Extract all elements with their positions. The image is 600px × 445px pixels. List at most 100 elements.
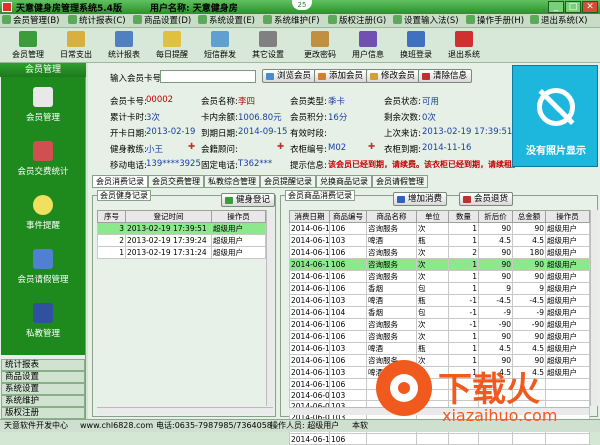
maximize-button[interactable]: □ (565, 1, 581, 13)
table-row[interactable]: 2014-06-11103啤酒瓶14.54.5超级用户 (289, 342, 590, 355)
menu-register[interactable]: 版权注册(G) (328, 15, 386, 27)
left-goods-button[interactable]: 商品设置 (1, 371, 85, 383)
toolbar-sms-button[interactable]: 短信群发 (196, 29, 244, 63)
mobile-value: 139****3925 (146, 159, 201, 169)
coach-pick-icon[interactable]: ✚ (188, 142, 195, 152)
menu-settings[interactable]: 系统设置(E) (198, 15, 255, 27)
toolbar: 会员管理 日常支出 统计报表 每日提醒 短信群发 其它设置 更改密码 用户信息 … (0, 29, 600, 63)
nav-leave-management[interactable]: 会员请假管理 (1, 243, 85, 293)
menu-exit[interactable]: 退出系统(X) (530, 15, 587, 27)
table-row[interactable]: 2014-06-12106咨询服务次290180超级用户 (289, 246, 590, 259)
nav-private-coach[interactable]: 私教管理 (1, 297, 85, 347)
fitness-vscrollbar[interactable] (266, 210, 274, 406)
table-row[interactable]: 2014-06-11104香烟包-1-9-9超级用户 (289, 306, 590, 319)
toolbar-exit-button[interactable]: 退出系统 (440, 29, 488, 63)
toolbar-password-button[interactable]: 更改密码 (296, 29, 344, 63)
toolbar-user-info-button[interactable]: 用户信息 (344, 29, 392, 63)
menu-goods[interactable]: 商品设置(D) (133, 15, 191, 27)
menu-label: 系统维护(F) (274, 16, 320, 26)
cell: 90 (478, 246, 513, 259)
table-row[interactable]: 2 2013-02-19 17:39:24 超级用户 (97, 234, 266, 247)
cell: 超级用户 (545, 234, 590, 247)
cell: 超级用户 (545, 294, 590, 307)
cell (448, 433, 479, 445)
left-maintenance-button[interactable]: 系统维护 (1, 395, 85, 407)
menu-report[interactable]: 统计报表(C) (68, 15, 126, 27)
toolbar-member-button[interactable]: 会员管理 (4, 29, 52, 63)
status-label: 会员状态: (384, 97, 421, 107)
minimize-button[interactable]: _ (548, 1, 564, 13)
cell: 超级用户 (211, 222, 266, 235)
edit-member-button[interactable]: 修改会员 (366, 69, 421, 83)
consultant-pick-icon[interactable]: ✚ (277, 142, 284, 152)
card-number-input[interactable] (160, 70, 256, 83)
clear-info-button[interactable]: 清除信息 (418, 69, 473, 83)
toolbar-switch-shift-button[interactable]: 换班登录 (392, 29, 440, 63)
cell: 180 (512, 246, 546, 259)
cell (512, 433, 546, 445)
table-row[interactable]: 2014-06-11106 (289, 433, 590, 445)
return-goods-button[interactable]: 会员退货 (459, 192, 514, 206)
member-icon (19, 31, 37, 47)
add-member-button[interactable]: 添加会员 (314, 69, 369, 83)
browse-member-button[interactable]: 浏览会员 (262, 69, 317, 83)
locker-pick-icon[interactable]: ✚ (368, 142, 375, 152)
cell: 2014-06-12 (289, 222, 330, 235)
left-settings-button[interactable]: 系统设置 (1, 383, 85, 395)
table-row[interactable]: 2014-06-12103啤酒瓶14.54.5超级用户 (289, 234, 590, 247)
fitness-record-group: 会员健身记录 健身登记 序号 登记时间 操作员 3 2013-02-19 17:39:… (92, 190, 276, 417)
toolbar-label: 用户信息 (352, 50, 384, 59)
menu-icon (2, 15, 11, 24)
table-row[interactable]: 2014-06-12106香烟包199超级用户 (289, 282, 590, 295)
toolbar-expense-button[interactable]: 日常支出 (52, 29, 100, 63)
locker-expire-label: 衣柜到期: (384, 145, 421, 155)
left-report-button[interactable]: 统计报表 (1, 359, 85, 371)
table-row[interactable]: 2014-06-11103啤酒瓶-1-4.5-4.5超级用户 (289, 294, 590, 307)
add-consumption-button[interactable]: 增加消费 (393, 192, 448, 206)
cell (416, 433, 449, 445)
cell: 次 (416, 330, 449, 343)
edit-icon (370, 73, 378, 80)
cell: 2 (448, 246, 479, 259)
table-row[interactable]: 2014-06-12106咨询服务次19090超级用户 (289, 258, 590, 271)
cell: -1 (448, 318, 479, 331)
table-row[interactable]: 2014-06-11106咨询服务次19090超级用户 (289, 330, 590, 343)
tab-leave[interactable]: 会员请假管理 (372, 175, 428, 188)
table-row[interactable]: 2014-06-12106咨询服务次19090超级用户 (289, 270, 590, 283)
close-button[interactable]: ✕ (582, 1, 598, 13)
tab-payment[interactable]: 会员交费管理 (148, 175, 204, 188)
table-row[interactable]: 2014-06-12106咨询服务次19090超级用户 (289, 222, 590, 235)
menu-ime[interactable]: 设置输入法(S) (393, 15, 459, 27)
fitness-hscrollbar[interactable] (97, 407, 273, 415)
table-row[interactable]: 3 2013-02-19 17:39:51 超级用户 (97, 222, 266, 235)
watermark: 下载火 xiazaihuo.com (376, 360, 600, 432)
phone-value: T362*** (238, 159, 273, 169)
cell: 106 (329, 222, 367, 235)
tab-reminders[interactable]: 会员提醒记录 (260, 175, 316, 188)
toolbar-reminder-button[interactable]: 每日提醒 (148, 29, 196, 63)
nav-member-management[interactable]: 会员管理 (1, 81, 85, 131)
cell: 超级用户 (545, 342, 590, 355)
left-register-button[interactable]: 版权注册 (1, 407, 85, 419)
toolbar-label: 日常支出 (60, 50, 92, 59)
nav-payment-stats[interactable]: 会员交费统计 (1, 135, 85, 185)
tab-consumption[interactable]: 会员消费记录 (92, 175, 148, 188)
table-row[interactable]: 1 2013-02-19 17:31:24 超级用户 (97, 246, 266, 259)
tab-private-coach[interactable]: 私教综合管理 (204, 175, 260, 188)
toolbar-report-button[interactable]: 统计报表 (100, 29, 148, 63)
menu-label: 统计报表(C) (79, 16, 126, 26)
fitness-header: 序号 (97, 210, 126, 223)
menu-maintenance[interactable]: 系统维护(F) (263, 15, 320, 27)
goods-header: 总金额 (512, 210, 546, 223)
status-operator: 操作人员: 超级用户 (270, 421, 340, 430)
status-site[interactable]: www.chl6828.com (80, 420, 153, 432)
expire-date-label: 到期日期: (201, 129, 238, 139)
tab-exchange[interactable]: 兑换商品记录 (316, 175, 372, 188)
menu-member[interactable]: 会员管理(B) (2, 15, 59, 27)
toolbar-other-settings-button[interactable]: 其它设置 (244, 29, 292, 63)
fitness-checkin-button[interactable]: 健身登记 (221, 193, 276, 207)
nav-event-reminder[interactable]: 事件提醒 (1, 189, 85, 239)
table-row[interactable]: 2014-06-11106咨询服务次-1-90-90超级用户 (289, 318, 590, 331)
menu-manual[interactable]: 操作手册(H) (466, 15, 524, 27)
type-label: 会员类型: (290, 97, 327, 107)
